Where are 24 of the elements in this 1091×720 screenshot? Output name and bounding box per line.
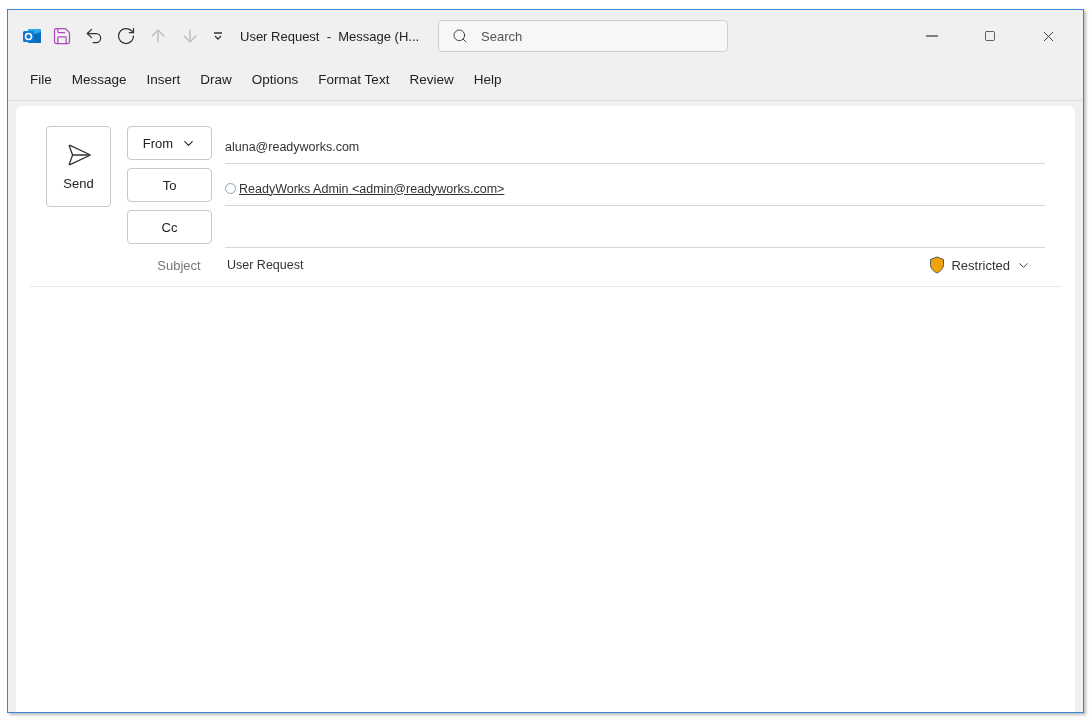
recipient-field[interactable]: ReadyWorks Admin <admin@readyworks.com> (225, 172, 1045, 206)
recipient-button[interactable]: Cc (127, 210, 212, 244)
menu-tab[interactable]: Help (463, 67, 512, 91)
menu-tab[interactable]: Draw (190, 67, 242, 91)
from-dropdown[interactable]: From (127, 126, 212, 160)
recipient-button[interactable]: To (127, 168, 212, 202)
sensitivity-dropdown[interactable]: Restricted (923, 255, 1037, 275)
sender-field[interactable]: aluna@readyworks.com (225, 130, 1045, 164)
mail-app-logo-icon (22, 26, 42, 46)
maximize-icon (984, 30, 996, 42)
menu-tab[interactable]: Review (399, 67, 464, 91)
recipient-link[interactable]: ReadyWorks Admin <admin@readyworks.com> (239, 181, 505, 196)
menu-tab[interactable]: Insert (136, 67, 191, 91)
menu-tab[interactable]: File (20, 67, 62, 91)
sender-address: aluna@readyworks.com (225, 139, 360, 154)
minimize-icon (926, 35, 938, 37)
menu-tab[interactable]: Message (61, 67, 137, 91)
send-button[interactable]: Send (46, 126, 111, 207)
window-title: User Request - Message (H... (240, 28, 421, 44)
menu-tab[interactable]: Options (241, 67, 309, 91)
subject-label: Subject (156, 257, 202, 273)
search-icon (452, 28, 468, 44)
menu-tab[interactable]: Format Text (308, 67, 400, 91)
search-field[interactable]: Search (438, 20, 728, 52)
